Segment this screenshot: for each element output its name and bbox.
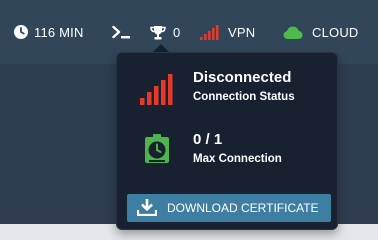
trophy-count: 0 — [173, 24, 181, 40]
clock-icon — [14, 25, 28, 39]
cloud-label: CLOUD — [312, 24, 359, 40]
vpn-label: VPN — [228, 24, 256, 40]
connection-status-label: Connection Status — [193, 91, 295, 103]
connection-status-row: Disconnected Connection Status — [117, 67, 337, 115]
vpn-status-popup: Disconnected Connection Status 0 / 1 Max… — [116, 52, 338, 230]
terminal-icon — [112, 25, 132, 39]
download-certificate-label: DOWNLOAD CERTIFICATE — [167, 201, 319, 215]
trophy-icon — [150, 25, 166, 40]
time-remaining-label: 116 MIN — [34, 24, 84, 40]
download-certificate-button[interactable]: DOWNLOAD CERTIFICATE — [127, 194, 331, 222]
connection-status-value: Disconnected — [193, 69, 292, 86]
stopwatch-icon — [139, 133, 175, 169]
signal-bars-icon — [200, 24, 220, 40]
max-connection-label: Max Connection — [193, 153, 282, 165]
signal-bars-icon — [139, 71, 175, 107]
max-connection-row: 0 / 1 Max Connection — [117, 129, 337, 177]
app-window: 116 MIN 0 VPN CLOUD Disconnected Connect… — [0, 0, 378, 240]
cloud-icon — [283, 26, 303, 39]
time-remaining[interactable]: 116 MIN — [14, 0, 84, 64]
download-icon — [136, 198, 158, 219]
max-connection-value: 0 / 1 — [193, 131, 223, 148]
popup-arrow — [153, 44, 169, 52]
